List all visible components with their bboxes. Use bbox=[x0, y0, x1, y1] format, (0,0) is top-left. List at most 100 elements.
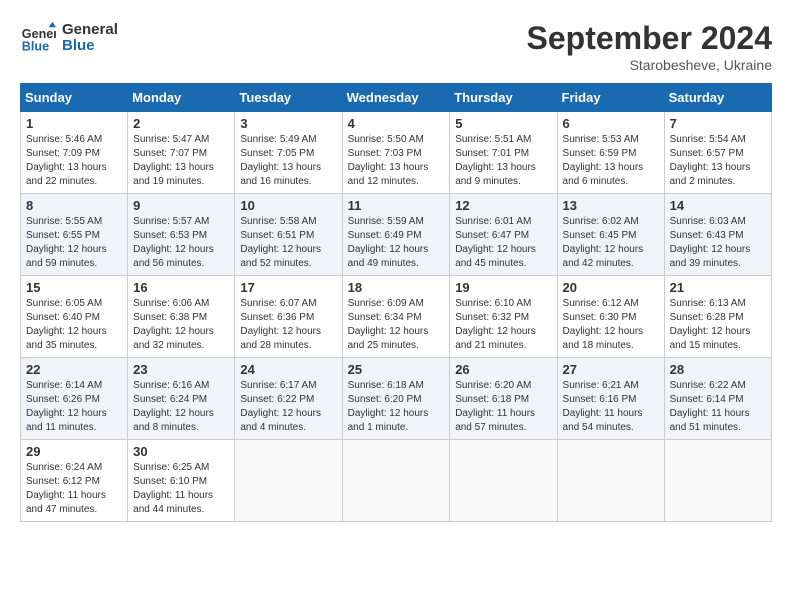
daylight-hours: Daylight: 12 hours and 42 minutes. bbox=[563, 244, 644, 269]
svg-text:Blue: Blue bbox=[22, 40, 49, 54]
day-number: 18 bbox=[348, 280, 445, 295]
sunset-time: Sunset: 7:09 PM bbox=[26, 148, 100, 159]
day-info: Sunrise: 5:50 AM Sunset: 7:03 PM Dayligh… bbox=[348, 133, 445, 189]
page-header: General Blue General Blue September 2024… bbox=[20, 20, 772, 73]
sunset-time: Sunset: 6:34 PM bbox=[348, 312, 422, 323]
table-row: 25 Sunrise: 6:18 AM Sunset: 6:20 PM Dayl… bbox=[342, 358, 450, 440]
day-number: 23 bbox=[133, 362, 229, 377]
sunrise-time: Sunrise: 5:54 AM bbox=[670, 134, 746, 145]
day-number: 3 bbox=[240, 116, 336, 131]
table-row: 4 Sunrise: 5:50 AM Sunset: 7:03 PM Dayli… bbox=[342, 112, 450, 194]
sunrise-time: Sunrise: 6:20 AM bbox=[455, 380, 531, 391]
daylight-hours: Daylight: 12 hours and 18 minutes. bbox=[563, 326, 644, 351]
day-info: Sunrise: 5:54 AM Sunset: 6:57 PM Dayligh… bbox=[670, 133, 766, 189]
day-info: Sunrise: 6:12 AM Sunset: 6:30 PM Dayligh… bbox=[563, 297, 659, 353]
table-row: 8 Sunrise: 5:55 AM Sunset: 6:55 PM Dayli… bbox=[21, 194, 128, 276]
daylight-hours: Daylight: 11 hours and 47 minutes. bbox=[26, 490, 106, 515]
calendar-week-4: 22 Sunrise: 6:14 AM Sunset: 6:26 PM Dayl… bbox=[21, 358, 772, 440]
table-row: 7 Sunrise: 5:54 AM Sunset: 6:57 PM Dayli… bbox=[664, 112, 771, 194]
table-row: 5 Sunrise: 5:51 AM Sunset: 7:01 PM Dayli… bbox=[450, 112, 557, 194]
table-row: 24 Sunrise: 6:17 AM Sunset: 6:22 PM Dayl… bbox=[235, 358, 342, 440]
logo-line1: General bbox=[62, 22, 118, 39]
sunset-time: Sunset: 6:55 PM bbox=[26, 230, 100, 241]
sunrise-time: Sunrise: 6:06 AM bbox=[133, 298, 209, 309]
table-row: 19 Sunrise: 6:10 AM Sunset: 6:32 PM Dayl… bbox=[450, 276, 557, 358]
daylight-hours: Daylight: 13 hours and 2 minutes. bbox=[670, 162, 751, 187]
day-number: 25 bbox=[348, 362, 445, 377]
day-info: Sunrise: 5:55 AM Sunset: 6:55 PM Dayligh… bbox=[26, 215, 122, 271]
day-number: 4 bbox=[348, 116, 445, 131]
header-tuesday: Tuesday bbox=[235, 84, 342, 112]
logo-line2: Blue bbox=[62, 38, 118, 55]
table-row: 1 Sunrise: 5:46 AM Sunset: 7:09 PM Dayli… bbox=[21, 112, 128, 194]
day-number: 28 bbox=[670, 362, 766, 377]
table-row: 22 Sunrise: 6:14 AM Sunset: 6:26 PM Dayl… bbox=[21, 358, 128, 440]
table-row bbox=[342, 440, 450, 522]
day-info: Sunrise: 5:49 AM Sunset: 7:05 PM Dayligh… bbox=[240, 133, 336, 189]
header-saturday: Saturday bbox=[664, 84, 771, 112]
sunset-time: Sunset: 6:30 PM bbox=[563, 312, 637, 323]
table-row: 21 Sunrise: 6:13 AM Sunset: 6:28 PM Dayl… bbox=[664, 276, 771, 358]
sunrise-time: Sunrise: 6:10 AM bbox=[455, 298, 531, 309]
sunset-time: Sunset: 6:10 PM bbox=[133, 476, 207, 487]
table-row: 18 Sunrise: 6:09 AM Sunset: 6:34 PM Dayl… bbox=[342, 276, 450, 358]
daylight-hours: Daylight: 13 hours and 19 minutes. bbox=[133, 162, 214, 187]
sunrise-time: Sunrise: 5:51 AM bbox=[455, 134, 531, 145]
logo-icon: General Blue bbox=[20, 20, 56, 56]
daylight-hours: Daylight: 13 hours and 16 minutes. bbox=[240, 162, 321, 187]
table-row bbox=[557, 440, 664, 522]
sunrise-time: Sunrise: 5:57 AM bbox=[133, 216, 209, 227]
sunset-time: Sunset: 6:20 PM bbox=[348, 394, 422, 405]
sunrise-time: Sunrise: 6:13 AM bbox=[670, 298, 746, 309]
day-info: Sunrise: 6:21 AM Sunset: 6:16 PM Dayligh… bbox=[563, 379, 659, 435]
sunset-time: Sunset: 6:43 PM bbox=[670, 230, 744, 241]
calendar-table: Sunday Monday Tuesday Wednesday Thursday… bbox=[20, 83, 772, 522]
table-row: 28 Sunrise: 6:22 AM Sunset: 6:14 PM Dayl… bbox=[664, 358, 771, 440]
calendar-header-row: Sunday Monday Tuesday Wednesday Thursday… bbox=[21, 84, 772, 112]
sunrise-time: Sunrise: 6:09 AM bbox=[348, 298, 424, 309]
day-number: 22 bbox=[26, 362, 122, 377]
table-row: 2 Sunrise: 5:47 AM Sunset: 7:07 PM Dayli… bbox=[128, 112, 235, 194]
day-info: Sunrise: 6:18 AM Sunset: 6:20 PM Dayligh… bbox=[348, 379, 445, 435]
sunrise-time: Sunrise: 6:18 AM bbox=[348, 380, 424, 391]
sunset-time: Sunset: 6:40 PM bbox=[26, 312, 100, 323]
sunset-time: Sunset: 6:26 PM bbox=[26, 394, 100, 405]
day-info: Sunrise: 6:02 AM Sunset: 6:45 PM Dayligh… bbox=[563, 215, 659, 271]
day-info: Sunrise: 6:20 AM Sunset: 6:18 PM Dayligh… bbox=[455, 379, 551, 435]
day-number: 30 bbox=[133, 444, 229, 459]
daylight-hours: Daylight: 13 hours and 6 minutes. bbox=[563, 162, 644, 187]
calendar-week-2: 8 Sunrise: 5:55 AM Sunset: 6:55 PM Dayli… bbox=[21, 194, 772, 276]
day-info: Sunrise: 6:03 AM Sunset: 6:43 PM Dayligh… bbox=[670, 215, 766, 271]
day-info: Sunrise: 5:59 AM Sunset: 6:49 PM Dayligh… bbox=[348, 215, 445, 271]
day-info: Sunrise: 6:10 AM Sunset: 6:32 PM Dayligh… bbox=[455, 297, 551, 353]
sunset-time: Sunset: 6:16 PM bbox=[563, 394, 637, 405]
day-number: 24 bbox=[240, 362, 336, 377]
sunset-time: Sunset: 6:53 PM bbox=[133, 230, 207, 241]
sunrise-time: Sunrise: 5:53 AM bbox=[563, 134, 639, 145]
table-row: 16 Sunrise: 6:06 AM Sunset: 6:38 PM Dayl… bbox=[128, 276, 235, 358]
sunrise-time: Sunrise: 6:07 AM bbox=[240, 298, 316, 309]
daylight-hours: Daylight: 11 hours and 44 minutes. bbox=[133, 490, 213, 515]
day-number: 13 bbox=[563, 198, 659, 213]
daylight-hours: Daylight: 12 hours and 25 minutes. bbox=[348, 326, 429, 351]
sunset-time: Sunset: 6:32 PM bbox=[455, 312, 529, 323]
header-wednesday: Wednesday bbox=[342, 84, 450, 112]
sunset-time: Sunset: 7:01 PM bbox=[455, 148, 529, 159]
daylight-hours: Daylight: 12 hours and 56 minutes. bbox=[133, 244, 214, 269]
day-info: Sunrise: 5:57 AM Sunset: 6:53 PM Dayligh… bbox=[133, 215, 229, 271]
sunrise-time: Sunrise: 6:25 AM bbox=[133, 462, 209, 473]
day-info: Sunrise: 5:58 AM Sunset: 6:51 PM Dayligh… bbox=[240, 215, 336, 271]
day-info: Sunrise: 5:53 AM Sunset: 6:59 PM Dayligh… bbox=[563, 133, 659, 189]
day-number: 26 bbox=[455, 362, 551, 377]
day-number: 2 bbox=[133, 116, 229, 131]
sunset-time: Sunset: 6:22 PM bbox=[240, 394, 314, 405]
table-row: 26 Sunrise: 6:20 AM Sunset: 6:18 PM Dayl… bbox=[450, 358, 557, 440]
sunset-time: Sunset: 6:59 PM bbox=[563, 148, 637, 159]
day-number: 14 bbox=[670, 198, 766, 213]
sunrise-time: Sunrise: 6:14 AM bbox=[26, 380, 102, 391]
day-number: 27 bbox=[563, 362, 659, 377]
day-number: 15 bbox=[26, 280, 122, 295]
day-number: 1 bbox=[26, 116, 122, 131]
daylight-hours: Daylight: 13 hours and 9 minutes. bbox=[455, 162, 536, 187]
day-info: Sunrise: 6:24 AM Sunset: 6:12 PM Dayligh… bbox=[26, 461, 122, 517]
